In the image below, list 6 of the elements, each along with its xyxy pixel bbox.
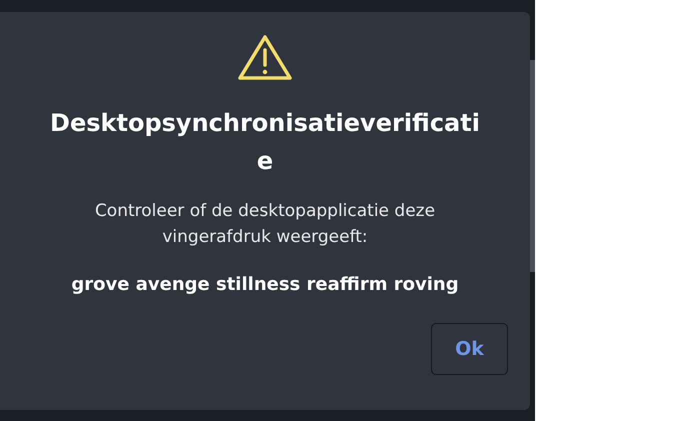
ok-button[interactable]: Ok: [431, 323, 508, 375]
dialog-message: Controleer of de desktopapplicatie deze vingerafdruk weergeeft:: [94, 200, 436, 249]
scrollbar[interactable]: [530, 60, 535, 272]
fingerprint-phrase: grove avenge stillness reaffirm roving: [71, 274, 459, 295]
warning-icon: [237, 34, 293, 82]
dialog-title: Desktopsynchronisatieverificatie: [50, 108, 480, 177]
